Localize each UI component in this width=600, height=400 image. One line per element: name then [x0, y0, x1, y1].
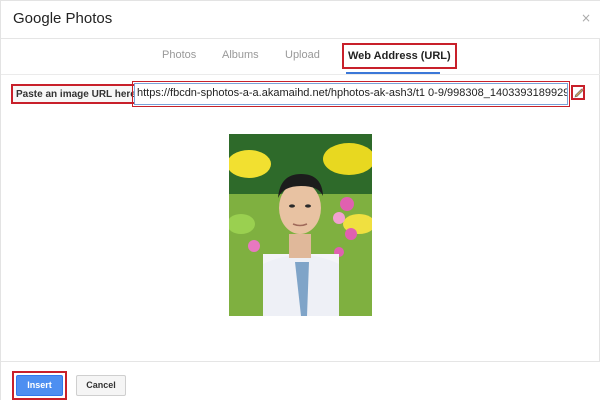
image-url-input[interactable]: https://fbcdn-sphotos-a-a.akamaihd.net/h…	[134, 83, 568, 105]
tab-web-address[interactable]: Web Address (URL)	[342, 43, 457, 69]
dialog-footer: Insert Cancel	[1, 361, 600, 400]
google-photos-dialog: Google Photos × Photos Albums Upload Web…	[0, 0, 600, 400]
dialog-title-bar: Google Photos ×	[1, 1, 600, 39]
insert-button[interactable]: Insert	[16, 375, 63, 396]
cancel-button[interactable]: Cancel	[76, 375, 126, 396]
tab-photos[interactable]: Photos	[162, 49, 196, 61]
tab-albums[interactable]: Albums	[222, 49, 259, 61]
tab-bar: Photos Albums Upload Web Address (URL)	[1, 39, 600, 75]
pencil-icon[interactable]	[571, 85, 585, 100]
image-preview	[229, 134, 372, 316]
close-icon[interactable]: ×	[581, 11, 591, 25]
dialog-title: Google Photos	[13, 10, 113, 27]
selected-tab-indicator	[346, 72, 440, 74]
url-label: Paste an image URL here:	[11, 84, 145, 104]
tab-upload[interactable]: Upload	[285, 49, 320, 61]
url-row: Paste an image URL here: https://fbcdn-s…	[1, 81, 600, 107]
